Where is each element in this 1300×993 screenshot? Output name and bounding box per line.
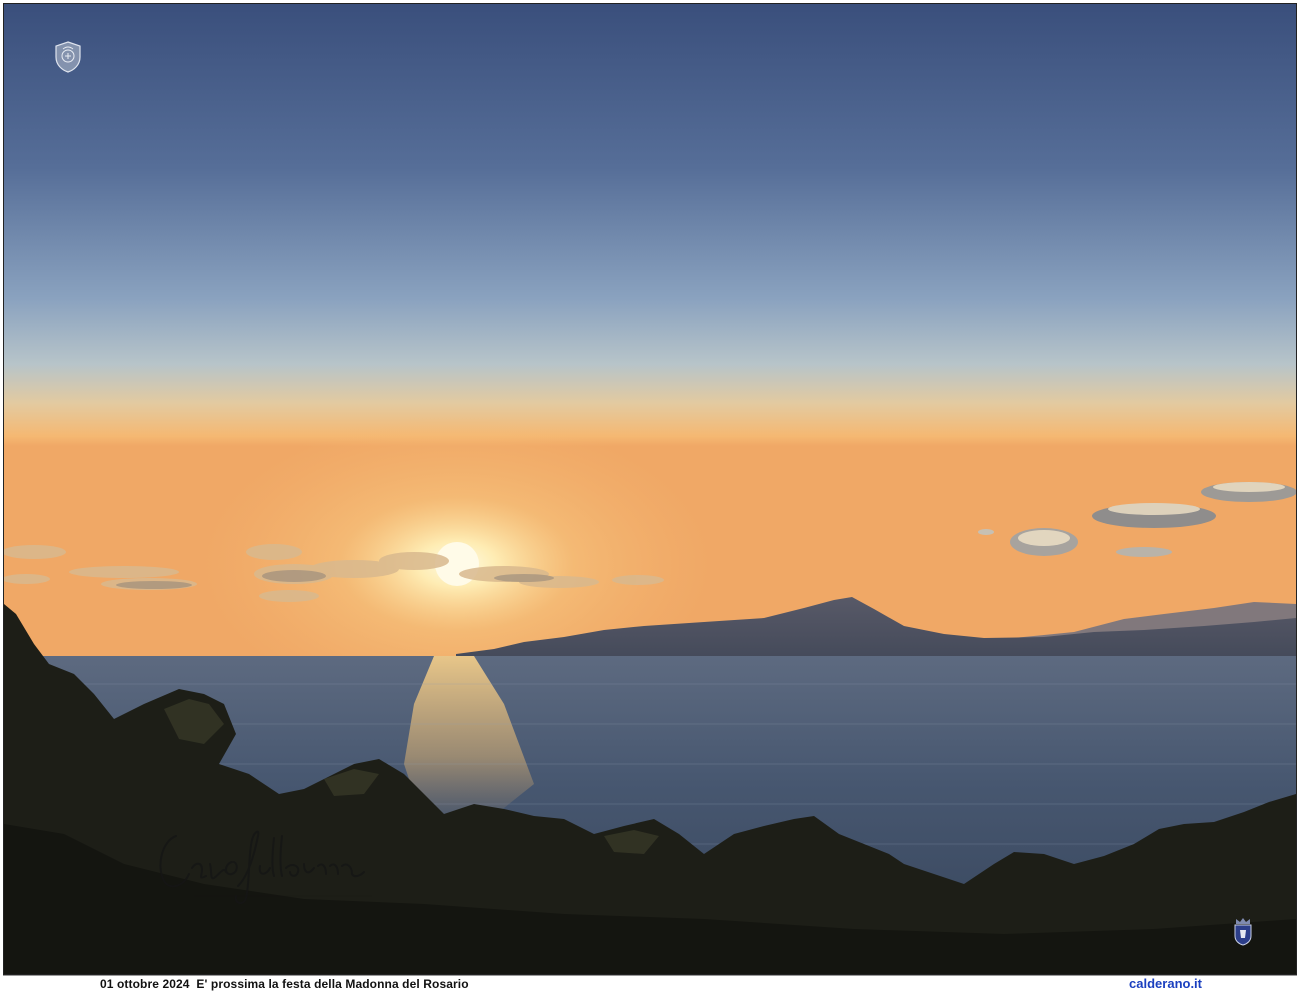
photo-caption: 01 ottobre 2024 E' prossima la festa del… — [100, 977, 469, 991]
logo-emblem-icon — [55, 41, 81, 73]
caption-text: E' prossima la festa della Madonna del R… — [196, 977, 469, 991]
caption-date: 01 ottobre 2024 — [100, 977, 190, 991]
coat-of-arms-icon — [1234, 918, 1252, 946]
handwritten-signature-icon — [159, 830, 372, 904]
site-name[interactable]: calderano.it — [1129, 976, 1202, 991]
caption-bar: 01 ottobre 2024 E' prossima la festa del… — [3, 975, 1297, 993]
photo-frame — [3, 3, 1297, 975]
